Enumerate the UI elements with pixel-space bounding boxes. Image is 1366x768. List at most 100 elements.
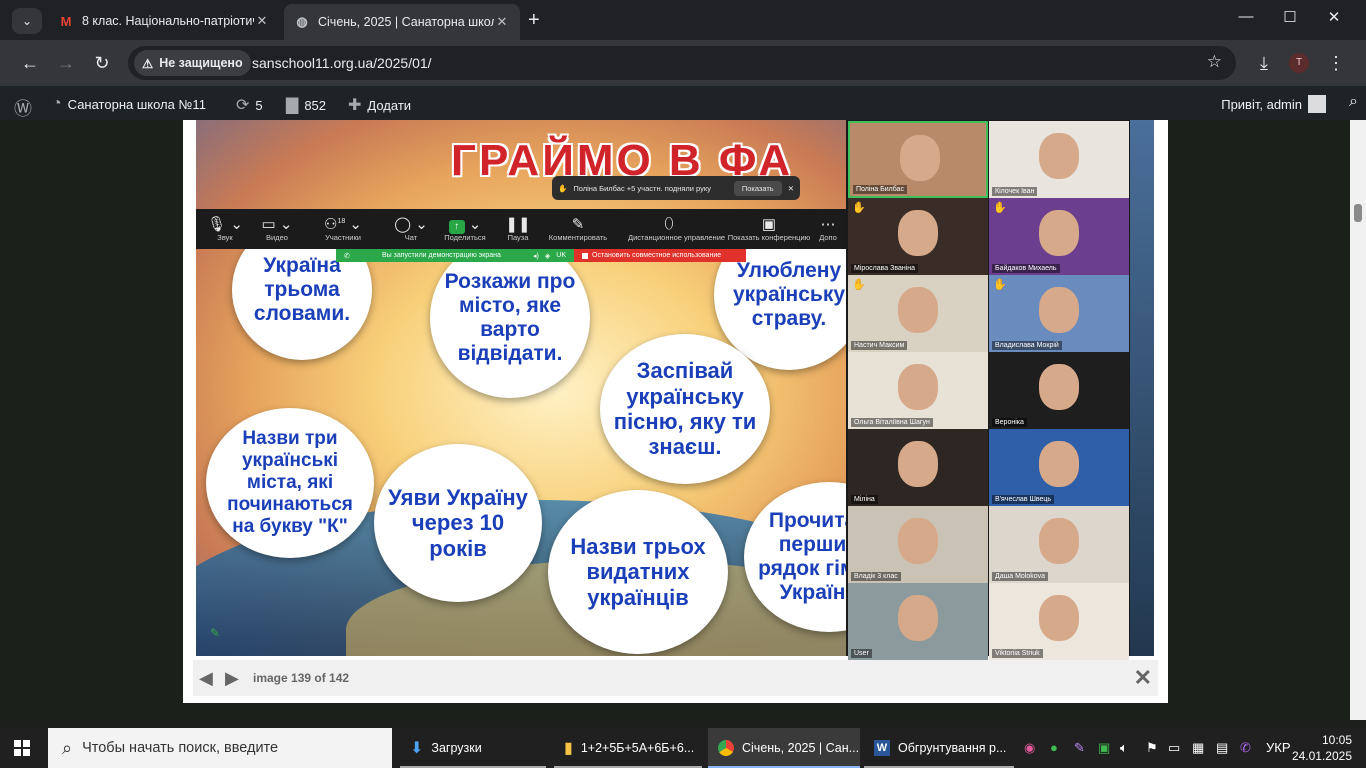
security-chip[interactable]: ⚠ Не защищено <box>134 50 251 76</box>
participant-face <box>1039 133 1079 179</box>
download-icon[interactable]: ⤓ <box>1252 51 1276 75</box>
participant-name: Владислава Мокрій <box>992 341 1062 350</box>
taskbar-clock[interactable]: 10:05 24.01.2025 <box>1292 732 1352 764</box>
bookmark-star-icon[interactable]: ☆ <box>1207 52 1222 72</box>
close-tab-icon[interactable]: ✕ <box>254 13 270 29</box>
participant-name: Вероніка <box>992 418 1027 427</box>
participant-video[interactable]: Вероніка <box>989 352 1129 429</box>
show-hands-button[interactable]: Показать <box>733 180 782 196</box>
next-arrow-icon[interactable]: ▶ <box>225 668 239 689</box>
participant-face <box>900 135 940 181</box>
tray-app-icon[interactable]: ▦ <box>1192 740 1204 756</box>
windows-taskbar: ⌕ Чтобы начать поиск, введите ⬇ Загрузки… <box>0 728 1366 768</box>
tab-gmail[interactable]: M 8 клас. Національно-патріотичн ✕ <box>48 6 280 36</box>
participant-face <box>1039 287 1079 333</box>
wp-admin-bar: Ⓦ ◔ Санаторна школа №11 ⟳ 5 ▇ 852 ✚ Дода… <box>0 86 1366 120</box>
taskbar-app-folder[interactable]: ▮ 1+2+5Б+5А+6Б+6... <box>554 728 702 768</box>
remote-control-button[interactable]: ⬯ Дистанционное управление <box>628 215 725 242</box>
pen-icon: ✎ <box>571 216 585 233</box>
url-text[interactable]: sanschool11.org.ua/2025/01/ <box>252 55 432 71</box>
wp-updates[interactable]: ⟳ 5 <box>236 95 263 115</box>
participant-video[interactable]: Viktoriia Striuk <box>989 583 1129 660</box>
participant-face <box>898 364 938 410</box>
stop-share-button[interactable]: Остановить совместное использование <box>574 249 746 262</box>
participants-button[interactable]: ⚇18 ⌄ Участники <box>308 215 378 242</box>
address-bar[interactable]: ⚠ Не защищено sanschool11.org.ua/2025/01… <box>128 46 1236 80</box>
language-indicator[interactable]: УКР <box>1266 740 1291 755</box>
tray-app-icon[interactable]: ✎ <box>1074 740 1085 756</box>
search-icon[interactable]: ⌕ <box>1349 93 1358 111</box>
warning-icon: ⚠ <box>142 56 154 71</box>
tray-app-icon[interactable]: ⚑ <box>1146 740 1158 756</box>
annotate-button[interactable]: ✎ Комментировать <box>543 215 613 242</box>
participant-video[interactable]: Кілочек Іван <box>989 121 1129 198</box>
annotate-pen-icon[interactable]: ✎ <box>210 626 220 640</box>
close-window-icon[interactable]: ✕ <box>1314 8 1354 32</box>
participant-video[interactable]: User <box>848 583 988 660</box>
taskbar-app-word[interactable]: W Обгрунтування р... <box>864 728 1014 768</box>
participant-video[interactable]: Владік 3 клас <box>848 506 988 583</box>
show-meeting-button[interactable]: ▣ Показать конференцию <box>724 215 814 242</box>
wp-comments[interactable]: ▇ 852 <box>286 95 326 115</box>
zoom-video-gallery: Поліна Билбас Кілочек Іван ✋ Мірослава Зван… <box>846 120 1130 660</box>
back-icon[interactable]: ← <box>18 51 42 75</box>
video-button[interactable]: ▭ ⌄ Видео <box>242 215 312 242</box>
participant-face <box>1039 595 1079 641</box>
wp-user-menu[interactable]: Привіт, admin <box>1221 95 1326 113</box>
scrollbar-thumb[interactable] <box>1354 204 1362 222</box>
profile-avatar[interactable]: T <box>1289 53 1309 73</box>
volume-icon[interactable]: 🔈︎ <box>1120 740 1128 756</box>
network-icon[interactable]: ▤ <box>1216 740 1228 756</box>
greeting: Привіт, admin <box>1221 96 1302 112</box>
participant-video[interactable]: ✋ Байдаков Михаель <box>989 198 1129 275</box>
prev-arrow-icon[interactable]: ◀ <box>199 668 213 689</box>
tab-search-button[interactable]: ⌄ <box>12 8 42 34</box>
reload-icon[interactable]: ↻ <box>90 51 114 75</box>
forward-icon[interactable]: → <box>54 51 78 75</box>
participant-video[interactable]: ✋ Мірослава Званіна <box>848 198 988 275</box>
participant-video[interactable]: В'ячеслав Швець <box>989 429 1129 506</box>
tray-app-icon[interactable]: ▣ <box>1098 740 1110 756</box>
raised-hand-icon: ✋ <box>852 279 866 291</box>
minimize-icon[interactable]: — <box>1226 8 1266 32</box>
battery-icon[interactable]: ▭ <box>1168 740 1180 756</box>
task-bubble: Розкажи про місто, яке варто відвідати. <box>430 238 590 398</box>
tray-app-icon[interactable]: ● <box>1050 740 1058 755</box>
taskbar-app-chrome[interactable]: Січень, 2025 | Сан... <box>708 728 860 768</box>
tray-app-icon[interactable]: ◉ <box>1024 740 1035 756</box>
raised-hand-icon: ✋ <box>993 202 1007 214</box>
screen-share-notice: ✆ Вы запустили демонстрацию экрана ◂) ◈ … <box>336 249 574 262</box>
plus-icon: ✚ <box>348 97 362 114</box>
close-icon[interactable]: ✕ <box>1134 665 1152 691</box>
task-bubble: Заспівай українську пісню, яку ти знаєш. <box>600 334 770 484</box>
participant-face <box>898 441 938 487</box>
participant-video[interactable]: Ольга Віталіївна Шагун <box>848 352 988 429</box>
participant-video[interactable]: Даша Molokova <box>989 506 1129 583</box>
new-tab-icon[interactable]: + <box>528 9 540 32</box>
close-tab-icon[interactable]: ✕ <box>494 14 510 30</box>
hand-icon: ✋ <box>558 183 568 193</box>
windows-start-icon[interactable] <box>14 740 30 756</box>
zoom-share-toolbar: 🎙︎ ⌄ Звук ▭ ⌄ Видео ⚇18 ⌄ Участники ◯ ⌄ Чат … <box>196 209 846 249</box>
updates-icon: ⟳ <box>236 97 250 114</box>
page-scrollbar[interactable] <box>1350 120 1366 720</box>
close-icon[interactable]: ✕ <box>788 184 794 193</box>
participant-video[interactable]: Міліна <box>848 429 988 506</box>
maximize-icon[interactable]: ☐ <box>1270 8 1310 32</box>
taskbar-app-downloads[interactable]: ⬇ Загрузки <box>400 728 546 768</box>
participants-icon: ⚇18 ⌄ <box>324 216 362 233</box>
participant-video[interactable]: Поліна Билбас <box>848 121 988 198</box>
tab-active-site[interactable]: ◍ Січень, 2025 | Санаторна школа ✕ <box>284 4 520 40</box>
wordpress-logo-icon[interactable]: Ⓦ <box>14 95 32 121</box>
participant-video[interactable]: ✋ Владислава Мокрій <box>989 275 1129 352</box>
participant-name: Владік 3 клас <box>851 572 901 581</box>
participant-video[interactable]: ✋ Настич Максим <box>848 275 988 352</box>
menu-dots-icon[interactable]: ⋮ <box>1324 51 1348 75</box>
taskbar-search[interactable]: ⌕ Чтобы начать поиск, введите <box>48 728 392 768</box>
viber-icon[interactable]: ✆ <box>1240 740 1251 756</box>
wp-site-link[interactable]: ◔ Санаторна школа №11 <box>52 95 206 113</box>
wp-add-new[interactable]: ✚ Додати <box>348 95 411 115</box>
more-button[interactable]: ⋯ Допо <box>808 215 848 242</box>
folder-icon: ▮ <box>564 740 573 757</box>
camera-icon: ▭ ⌄ <box>261 216 293 233</box>
